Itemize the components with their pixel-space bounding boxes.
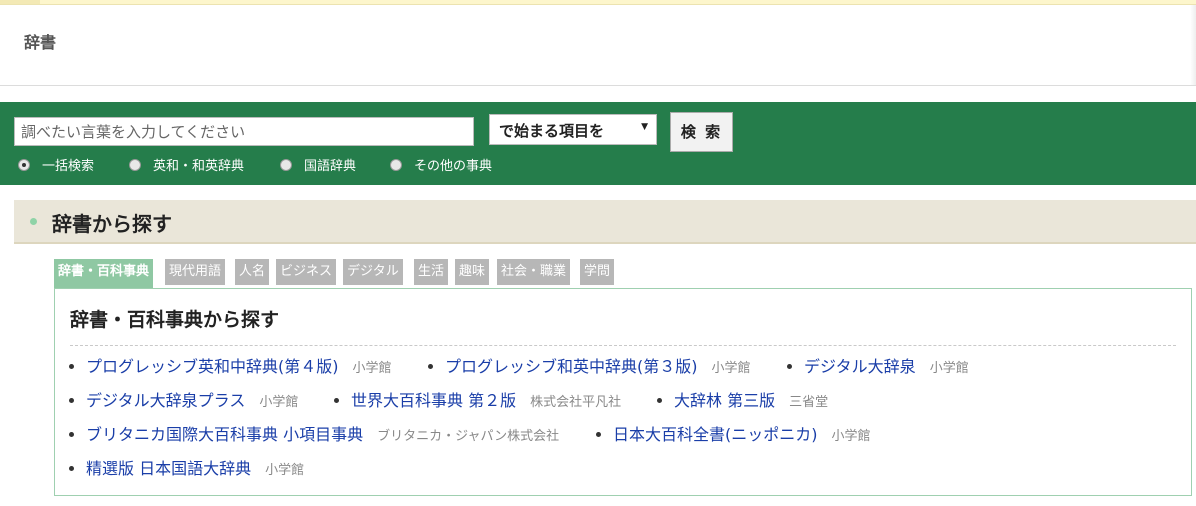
dictionary-link[interactable]: 大辞林 第三版 <box>674 391 775 410</box>
publisher-label: 株式会社平凡社 <box>530 395 622 410</box>
publisher-label: 小学館 <box>352 361 392 376</box>
tab-business[interactable]: ビジネス <box>276 259 337 285</box>
dictionary-link[interactable]: 世界大百科事典 第２版 <box>351 391 516 410</box>
section-title: 辞書から探す <box>52 212 172 236</box>
panel-divider <box>70 345 1176 346</box>
bullet-icon <box>334 398 339 403</box>
dictionary-list-item: ブリタニカ国際大百科事典 小項目事典 ブリタニカ・ジャパン株式会社 <box>69 423 559 447</box>
tab-life[interactable]: 生活 <box>414 259 449 285</box>
bullet-icon <box>69 466 74 471</box>
tab-society-jobs[interactable]: 社会・職業 <box>497 259 571 285</box>
publisher-label: 三省堂 <box>789 395 829 410</box>
radio-checked-icon <box>18 159 30 171</box>
tab-hobby[interactable]: 趣味 <box>455 259 490 285</box>
search-mode-value: で始まる項目を <box>499 122 605 140</box>
scope-radio-other[interactable]: その他の事典 <box>390 155 492 174</box>
dictionary-list-item: デジタル大辞泉 小学館 <box>787 355 969 379</box>
dropdown-arrow-icon: ▼ <box>641 122 648 132</box>
search-mode-select[interactable]: で始まる項目を ▼ <box>489 114 657 145</box>
tab-people[interactable]: 人名 <box>235 259 270 285</box>
radio-unchecked-icon <box>129 159 141 171</box>
bullet-icon <box>69 364 74 369</box>
bullet-icon <box>596 432 601 437</box>
bullet-icon <box>787 364 792 369</box>
dictionary-list-item: 日本大百科全書(ニッポニカ) 小学館 <box>596 423 871 447</box>
dictionary-link[interactable]: プログレッシブ和英中辞典(第３版) <box>445 357 698 376</box>
publisher-label: 小学館 <box>711 361 751 376</box>
page-header: 辞書 <box>0 5 1196 86</box>
scope-radio-japanese[interactable]: 国語辞典 <box>280 155 356 174</box>
publisher-label: 小学館 <box>831 429 871 444</box>
dictionary-link[interactable]: 精選版 日本国語大辞典 <box>86 459 251 478</box>
dictionary-link[interactable]: デジタル大辞泉 <box>804 357 916 376</box>
panel-title: 辞書・百科事典から探す <box>70 309 280 331</box>
dictionary-list-item: 世界大百科事典 第２版 株式会社平凡社 <box>334 389 621 413</box>
scope-radio-label: 国語辞典 <box>304 159 357 174</box>
header-edge-shadow <box>1190 5 1196 85</box>
tab-modern-terms[interactable]: 現代用語 <box>165 259 226 285</box>
section-header: 辞書から探す <box>14 200 1196 244</box>
publisher-label: 小学館 <box>929 361 969 376</box>
scope-radio-label: 一括検索 <box>42 159 95 174</box>
tab-panel: 辞書・百科事典から探す プログレッシブ英和中辞典(第４版) 小学館 プログレッシブ… <box>54 288 1192 496</box>
radio-unchecked-icon <box>390 159 402 171</box>
dictionary-list-item: 大辞林 第三版 三省堂 <box>657 389 828 413</box>
bullet-icon <box>657 398 662 403</box>
scope-radio-label: その他の事典 <box>414 159 493 174</box>
scope-radio-label: 英和・和英辞典 <box>153 159 245 174</box>
page-title: 辞書 <box>24 33 57 52</box>
publisher-label: 小学館 <box>265 463 305 478</box>
section-bullet-icon <box>30 218 37 225</box>
scope-radio-english[interactable]: 英和・和英辞典 <box>129 155 244 174</box>
dictionary-list-item: 精選版 日本国語大辞典 小学館 <box>69 457 304 481</box>
tab-dictionary-encyclopedia[interactable]: 辞書・百科事典 <box>54 259 154 288</box>
search-input[interactable] <box>14 117 474 146</box>
dictionary-list-item: デジタル大辞泉プラス 小学館 <box>69 389 298 413</box>
dictionary-list-item: プログレッシブ英和中辞典(第４版) 小学館 <box>69 355 392 379</box>
radio-unchecked-icon <box>280 159 292 171</box>
dictionary-link[interactable]: 日本大百科全書(ニッポニカ) <box>613 425 818 444</box>
publisher-label: ブリタニカ・ジャパン株式会社 <box>377 429 560 444</box>
top-notch <box>0 0 40 4</box>
bullet-icon <box>428 364 433 369</box>
tab-digital[interactable]: デジタル <box>343 259 403 285</box>
dictionary-link[interactable]: ブリタニカ国際大百科事典 小項目事典 <box>86 425 363 444</box>
search-button[interactable]: 検 索 <box>670 112 733 152</box>
bullet-icon <box>69 398 74 403</box>
tab-academics[interactable]: 学問 <box>580 259 615 285</box>
scope-radio-all[interactable]: 一括検索 <box>18 155 94 174</box>
search-bar: で始まる項目を ▼ 検 索 一括検索 英和・和英辞典 国語辞典 その他の事典 <box>0 102 1196 185</box>
publisher-label: 小学館 <box>259 395 299 410</box>
bullet-icon <box>69 432 74 437</box>
dictionary-link[interactable]: プログレッシブ英和中辞典(第４版) <box>86 357 339 376</box>
dictionary-link[interactable]: デジタル大辞泉プラス <box>86 391 245 410</box>
dictionary-list-item: プログレッシブ和英中辞典(第３版) 小学館 <box>428 355 751 379</box>
